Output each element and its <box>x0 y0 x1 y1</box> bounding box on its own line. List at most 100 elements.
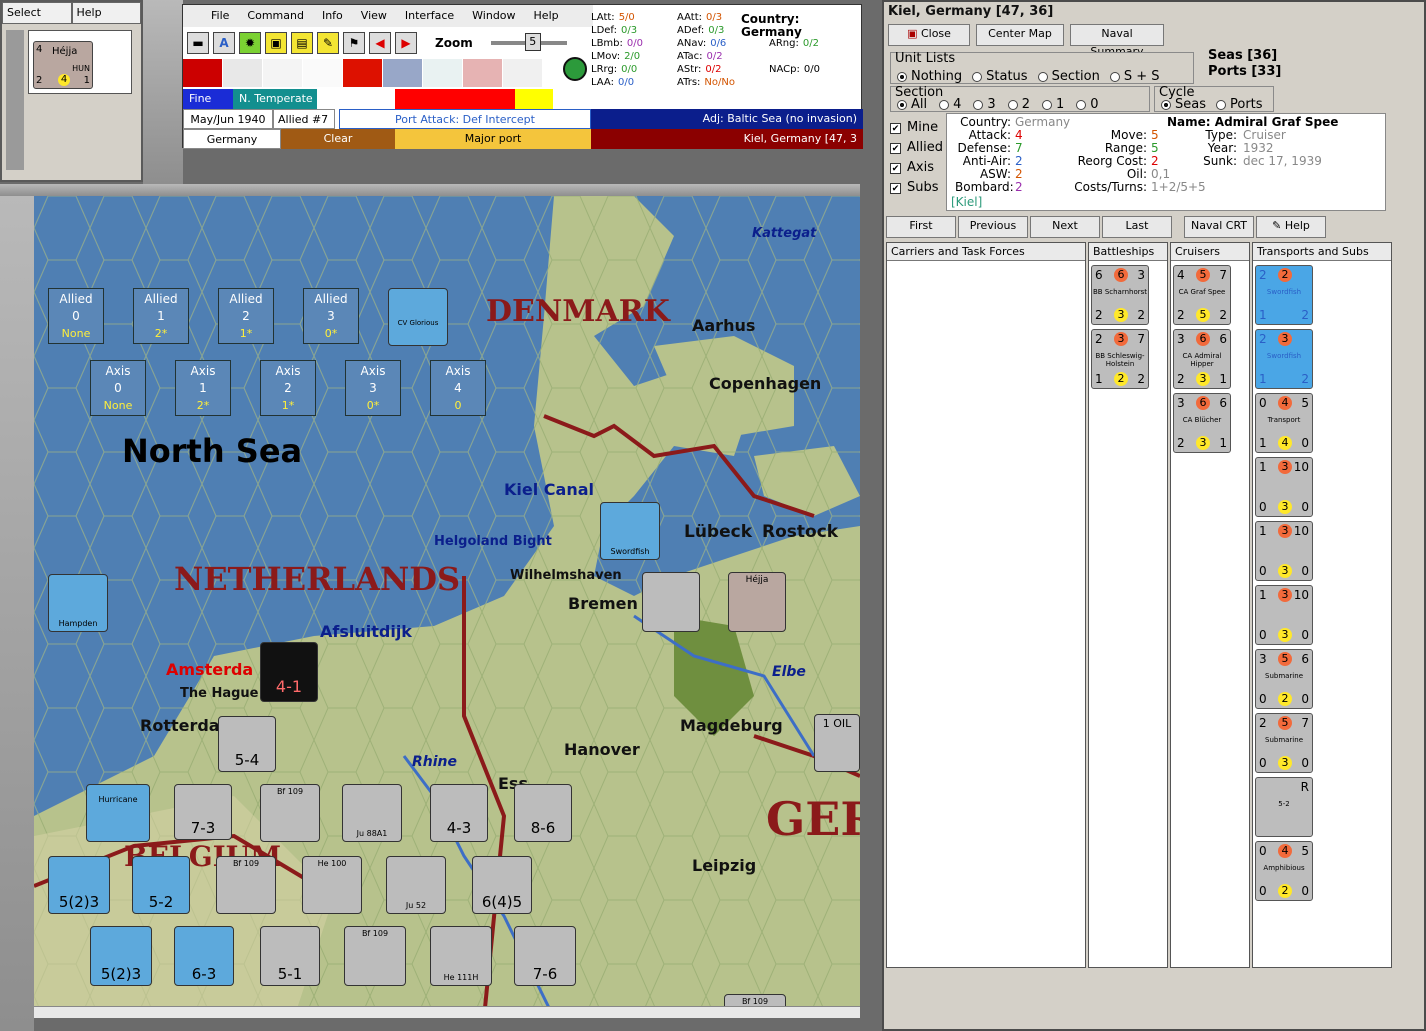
menu-command[interactable]: Command <box>247 5 304 27</box>
flag-france-icon[interactable] <box>423 59 463 87</box>
sea-zone-box[interactable]: Allied 0 None <box>48 288 104 344</box>
zoom-thumb[interactable]: 5 <box>524 33 541 51</box>
sea-zone-box[interactable]: Axis 3 0* <box>345 360 401 416</box>
subs-checkbox[interactable]: ✔ Subs <box>890 178 943 198</box>
ship-counter[interactable]: 3 5 6 Submarine 0 2 0 <box>1255 649 1313 709</box>
next-button[interactable]: Next <box>1030 216 1100 238</box>
army-counter-10[interactable]: 5-1 <box>260 926 320 986</box>
bf109-counter-1[interactable]: Bf 109 <box>260 784 320 842</box>
army-counter-9[interactable]: 6-3 <box>174 926 234 986</box>
help-button[interactable]: ✎ Help <box>1256 216 1326 238</box>
he100-counter[interactable]: He 100 <box>302 856 362 914</box>
army-counter-3[interactable]: 4-3 <box>430 784 488 842</box>
ul-section-radio[interactable]: Section <box>1037 69 1100 84</box>
selected-unit-card[interactable]: 4 Héjja HUN 2 4 1 <box>28 30 132 94</box>
sec-2-radio[interactable]: 2 <box>1007 97 1030 112</box>
bf109-counter-3[interactable]: Bf 109 <box>344 926 406 986</box>
sea-zone-box[interactable]: Axis 4 0 <box>430 360 486 416</box>
mine-checkbox[interactable]: ✔ Mine <box>890 118 943 138</box>
sec-4-radio[interactable]: 4 <box>939 97 961 112</box>
stack-icon[interactable]: ▤ <box>291 32 313 54</box>
mini-scrollbar[interactable] <box>6 30 24 170</box>
sec-all-radio[interactable]: All <box>897 97 927 112</box>
ship-counter[interactable]: 1 3 10 0 3 0 <box>1255 521 1313 581</box>
a-icon[interactable]: A <box>213 32 235 54</box>
ul-status-radio[interactable]: Status <box>972 69 1028 84</box>
center-map-button[interactable]: Center Map <box>976 24 1064 46</box>
flag-italy-icon[interactable] <box>223 59 263 87</box>
cycle-ports-radio[interactable]: Ports <box>1216 97 1263 112</box>
oil-resource-counter[interactable]: 1 OIL <box>814 714 860 772</box>
ship-counter[interactable]: 2 5 7 Submarine 0 3 0 <box>1255 713 1313 773</box>
selected-army-counter[interactable]: 4-1 <box>260 642 318 702</box>
train-icon[interactable]: ▬ <box>187 32 209 54</box>
sea-zone-box[interactable]: Axis 1 2* <box>175 360 231 416</box>
help-tab[interactable]: Help <box>71 2 141 24</box>
carrier-counter[interactable]: CV Glorious <box>388 288 448 346</box>
arrow-left-icon[interactable]: ◀ <box>369 32 391 54</box>
sec-3-radio[interactable]: 3 <box>973 97 996 112</box>
sea-zone-box[interactable]: Axis 2 1* <box>260 360 316 416</box>
ju52-counter[interactable]: Ju 52 <box>386 856 446 914</box>
army-counter-7[interactable]: 6(4)5 <box>472 856 532 914</box>
map-horizontal-scrollbar[interactable] <box>34 1006 860 1018</box>
last-button[interactable]: Last <box>1102 216 1172 238</box>
hampden-counter[interactable]: Hampden <box>48 574 108 632</box>
flag-other-icon[interactable] <box>503 59 543 87</box>
naval-summary-button[interactable]: Naval Summary <box>1070 24 1164 58</box>
flag-china-icon[interactable] <box>343 59 383 87</box>
sea-zone-box[interactable]: Allied 1 2* <box>133 288 189 344</box>
select-tab[interactable]: Select <box>2 2 72 24</box>
ship-counter[interactable]: 2 3 7 BB Schleswig-Holstein 1 2 2 <box>1091 329 1149 389</box>
ship-counter[interactable]: 3 6 6 CA Blücher 2 3 1 <box>1173 393 1231 453</box>
naval-crt-button[interactable]: Naval CRT <box>1184 216 1254 238</box>
naval-stack-counter[interactable] <box>642 572 700 632</box>
ul-nothing-radio[interactable]: Nothing <box>897 69 962 84</box>
army-counter-2[interactable]: 7-3 <box>174 784 232 840</box>
hejja-counter[interactable]: Héjja <box>728 572 786 632</box>
army-counter-5[interactable]: 5-2 <box>132 856 190 914</box>
army-counter-11[interactable]: 7-6 <box>514 926 576 986</box>
bf109-counter-2[interactable]: Bf 109 <box>216 856 276 914</box>
ship-counter[interactable]: 2 3 Swordfish 1 2 <box>1255 329 1313 389</box>
flag-ussr-icon[interactable] <box>303 59 343 87</box>
pencil-icon[interactable]: ✎ <box>317 32 339 54</box>
menu-interface[interactable]: Interface <box>405 5 454 27</box>
menu-view[interactable]: View <box>361 5 387 27</box>
ship-counter[interactable]: 4 5 7 CA Graf Spee 2 5 2 <box>1173 265 1231 325</box>
arrow-right-icon[interactable]: ▶ <box>395 32 417 54</box>
army-counter-8[interactable]: 5(2)3 <box>90 926 152 986</box>
gear-icon[interactable]: ✹ <box>239 32 261 54</box>
previous-button[interactable]: Previous <box>958 216 1028 238</box>
first-button[interactable]: First <box>886 216 956 238</box>
zoom-slider[interactable]: 5 <box>490 33 567 51</box>
sea-zone-box[interactable]: Allied 2 1* <box>218 288 274 344</box>
menu-window[interactable]: Window <box>472 5 515 27</box>
menu-info[interactable]: Info <box>322 5 343 27</box>
ju88-counter[interactable]: Ju 88A1 <box>342 784 402 842</box>
ship-counter[interactable]: 1 3 10 0 3 0 <box>1255 585 1313 645</box>
army-counter-4[interactable]: 8-6 <box>514 784 572 842</box>
ship-counter[interactable]: R 5-2 <box>1255 777 1313 837</box>
ship-counter[interactable]: 0 4 5 Transport 1 4 0 <box>1255 393 1313 453</box>
menu-help[interactable]: Help <box>534 5 559 27</box>
army-counter-6[interactable]: 5(2)3 <box>48 856 110 914</box>
cycle-seas-radio[interactable]: Seas <box>1161 97 1206 112</box>
swordfish-counter[interactable]: Swordfish <box>600 502 660 560</box>
ship-counter[interactable]: 3 6 6 CA Admiral Hipper 2 3 1 <box>1173 329 1231 389</box>
he111-counter[interactable]: He 111H <box>430 926 492 986</box>
sec-1-radio[interactable]: 1 <box>1041 97 1064 112</box>
sec-0-radio[interactable]: 0 <box>1076 97 1099 112</box>
sea-zone-box[interactable]: Allied 3 0* <box>303 288 359 344</box>
sea-zone-box[interactable]: Axis 0 None <box>90 360 146 416</box>
flag-usa-icon[interactable] <box>463 59 503 87</box>
ul-ss-radio[interactable]: S + S <box>1109 69 1160 84</box>
ship-counter[interactable]: 1 3 10 0 3 0 <box>1255 457 1313 517</box>
close-button[interactable]: ▣ Close <box>888 24 970 46</box>
army-counter-1[interactable]: 5-4 <box>218 716 276 772</box>
target-icon[interactable] <box>563 57 587 81</box>
ship-counter[interactable]: 6 6 3 BB Scharnhorst 2 3 2 <box>1091 265 1149 325</box>
flag-germany-icon[interactable] <box>183 59 223 87</box>
flag-japan-icon[interactable] <box>263 59 303 87</box>
allied-checkbox[interactable]: ✔ Allied <box>890 138 943 158</box>
